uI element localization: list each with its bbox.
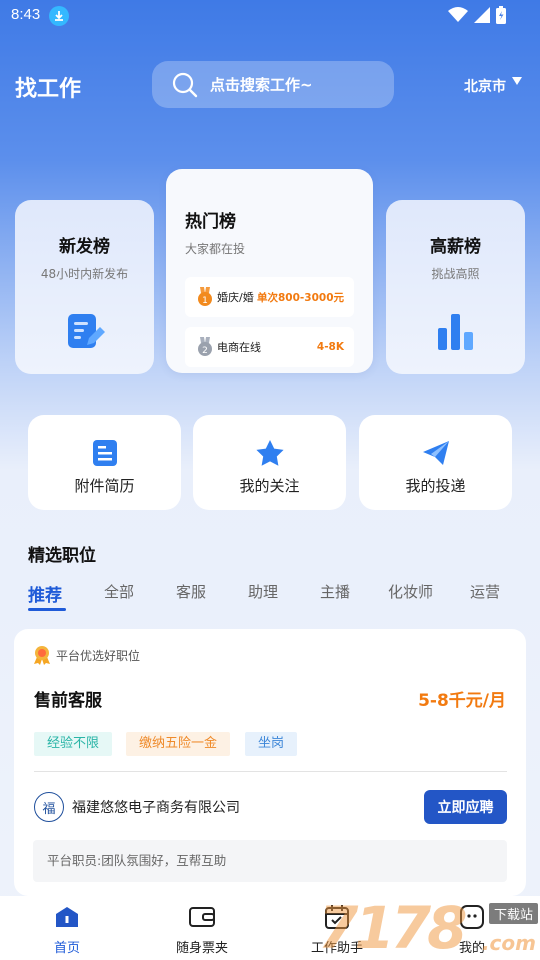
tab-recommend[interactable]: 推荐 bbox=[28, 581, 62, 606]
document-edit-icon bbox=[15, 312, 154, 352]
new-list-card[interactable]: 新发榜 48小时内新发布 bbox=[15, 200, 154, 374]
nav-home[interactable]: 首页 bbox=[17, 904, 117, 956]
resume-icon bbox=[92, 440, 117, 466]
calendar-icon bbox=[325, 905, 349, 929]
hot-item-name: 电商在线 bbox=[217, 341, 261, 354]
gold-medal-icon: 1 bbox=[198, 287, 212, 306]
new-list-title: 新发榜 bbox=[59, 237, 110, 257]
platform-recommend-badge: 平台优选好职位 bbox=[32, 645, 140, 665]
my-follows-button[interactable]: 我的关注 bbox=[193, 415, 346, 510]
battery-icon bbox=[496, 6, 506, 24]
search-icon bbox=[172, 72, 198, 97]
tab-assistant[interactable]: 助理 bbox=[248, 581, 278, 602]
job-tag: 坐岗 bbox=[245, 732, 298, 756]
tab-all[interactable]: 全部 bbox=[104, 581, 134, 602]
job-card[interactable]: 平台优选好职位 售前客服 5-8千元/月 经验不限 缴纳五险一金 坐岗 福 福建… bbox=[14, 629, 526, 896]
tab-streamer[interactable]: 主播 bbox=[320, 581, 350, 602]
hot-item-salary: 4-8K bbox=[316, 341, 344, 353]
page-title: 找工作 bbox=[15, 77, 82, 102]
search-bar[interactable]: 点击搜索工作~ bbox=[152, 61, 394, 108]
award-icon bbox=[34, 646, 50, 665]
status-bar: 8:43 bbox=[0, 0, 540, 32]
section-title: 精选职位 bbox=[28, 546, 96, 566]
hot-list-item[interactable]: 1 婚庆/婚 单次800-3000元 bbox=[185, 277, 354, 317]
high-salary-title: 高薪榜 bbox=[430, 237, 481, 257]
status-time: 8:43 bbox=[11, 6, 41, 23]
bar-chart-icon bbox=[386, 312, 525, 352]
nav-profile[interactable]: 我的 bbox=[422, 904, 522, 956]
job-salary: 5-8千元/月 bbox=[418, 691, 506, 711]
high-salary-subtitle: 挑战高照 bbox=[431, 267, 480, 281]
nav-wallet[interactable]: 随身票夹 bbox=[152, 904, 252, 956]
my-applications-button[interactable]: 我的投递 bbox=[359, 415, 512, 510]
hot-list-title: 热门榜 bbox=[185, 212, 236, 232]
job-tag: 缴纳五险一金 bbox=[126, 732, 231, 756]
send-icon bbox=[422, 441, 449, 465]
silver-medal-icon: 2 bbox=[198, 337, 212, 356]
wallet-icon bbox=[189, 907, 215, 927]
medal-rank-2: 2 bbox=[202, 346, 208, 356]
quick-action-label: 我的投递 bbox=[405, 477, 466, 495]
company-logo: 福 bbox=[34, 792, 64, 822]
company-name: 福建悠悠电子商务有限公司 bbox=[72, 800, 240, 816]
bottom-navigation: 首页 随身票夹 工作助手 我的 bbox=[0, 896, 540, 960]
hot-item-salary: 单次800-3000元 bbox=[257, 291, 344, 304]
tab-operations[interactable]: 运营 bbox=[470, 581, 500, 602]
quick-action-label: 我的关注 bbox=[239, 477, 300, 495]
caret-down-icon bbox=[512, 77, 522, 85]
job-tag: 经验不限 bbox=[34, 732, 113, 756]
new-list-subtitle: 48小时内新发布 bbox=[40, 267, 129, 281]
city-label: 北京市 bbox=[464, 79, 506, 95]
home-icon bbox=[56, 907, 78, 927]
tab-makeup-artist[interactable]: 化妆师 bbox=[388, 581, 433, 602]
nav-label: 随身票夹 bbox=[175, 941, 228, 956]
active-tab-indicator bbox=[28, 608, 66, 611]
category-tabs: 推荐 全部 客服 助理 主播 化妆师 运营 bbox=[0, 581, 540, 611]
attachment-resume-button[interactable]: 附件简历 bbox=[28, 415, 181, 510]
job-title: 售前客服 bbox=[34, 691, 102, 711]
search-placeholder: 点击搜索工作~ bbox=[210, 76, 313, 94]
divider bbox=[34, 771, 507, 772]
medal-rank-1: 1 bbox=[202, 296, 208, 306]
hot-list-subtitle: 大家都在投 bbox=[185, 242, 246, 256]
nav-label: 我的 bbox=[458, 941, 485, 956]
apply-button[interactable]: 立即应聘 bbox=[424, 790, 507, 824]
nav-label: 工作助手 bbox=[310, 941, 363, 956]
profile-icon bbox=[460, 905, 484, 929]
recommend-badge-text: 平台优选好职位 bbox=[56, 648, 141, 663]
job-note: 平台职员:团队氛围好，互帮互助 bbox=[33, 840, 507, 882]
nav-work-assistant[interactable]: 工作助手 bbox=[287, 904, 387, 956]
download-icon bbox=[49, 6, 69, 26]
hot-list-item[interactable]: 2 电商在线 4-8K bbox=[185, 327, 354, 367]
quick-action-label: 附件简历 bbox=[74, 477, 135, 495]
city-selector[interactable]: 北京市 bbox=[464, 76, 522, 96]
hot-list-card[interactable]: 热门榜 大家都在投 1 婚庆/婚 单次800-3000元 2 电商在线 4-8K bbox=[166, 169, 373, 373]
signal-icon bbox=[474, 7, 490, 23]
nav-label: 首页 bbox=[53, 941, 80, 956]
high-salary-card[interactable]: 高薪榜 挑战高照 bbox=[386, 200, 525, 374]
wifi-icon bbox=[448, 7, 468, 22]
tab-customer-service[interactable]: 客服 bbox=[176, 581, 206, 602]
star-icon bbox=[255, 440, 284, 466]
hot-item-name: 婚庆/婚 bbox=[217, 291, 254, 304]
